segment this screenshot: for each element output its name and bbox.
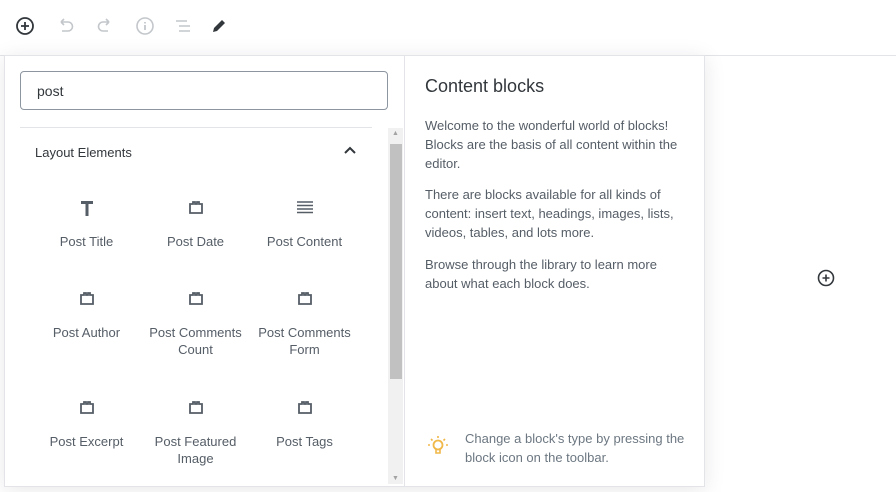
help-tip: Change a block's type by pressing the bl… xyxy=(465,431,685,465)
block-default-icon xyxy=(250,287,359,311)
block-item[interactable]: Post Title xyxy=(32,196,141,250)
info-icon xyxy=(136,17,154,35)
redo-icon xyxy=(97,18,110,32)
block-item-label: Post Tags xyxy=(276,434,333,449)
undo-icon xyxy=(60,18,74,32)
block-default-icon xyxy=(141,287,250,311)
inserter-panel: Layout Elements Post Title Post Date Post … xyxy=(5,56,405,486)
plus-circle-icon xyxy=(16,17,34,35)
block-item[interactable]: Post Excerpt xyxy=(32,396,141,450)
section-title: Layout Elements xyxy=(35,145,132,160)
plus-circle-icon xyxy=(817,269,835,287)
chevron-up-icon xyxy=(344,146,356,154)
scroll-down-arrow[interactable]: ▼ xyxy=(392,475,399,482)
scrollbar[interactable]: ▲ ▼ xyxy=(388,128,403,484)
editor-toolbar xyxy=(0,0,896,56)
block-search-input[interactable] xyxy=(20,71,388,110)
help-paragraph: Welcome to the wonderful world of blocks… xyxy=(425,118,678,171)
pencil-icon xyxy=(213,20,225,32)
block-item[interactable]: Post Featured Image xyxy=(141,396,250,467)
block-item[interactable]: Post Author xyxy=(32,287,141,341)
block-item[interactable]: Post Content xyxy=(250,196,359,250)
block-default-icon xyxy=(141,396,250,420)
block-item-label: Post Title xyxy=(59,234,114,249)
block-item-label: Post Date xyxy=(166,234,225,249)
help-title: Content blocks xyxy=(425,76,545,96)
block-default-icon xyxy=(32,287,141,311)
add-block-button[interactable] xyxy=(13,14,37,38)
block-default-icon xyxy=(141,196,250,220)
block-item-label: Post Comments Form xyxy=(258,325,351,357)
block-item[interactable]: Post Comments Count xyxy=(141,287,250,358)
block-default-icon xyxy=(32,396,141,420)
block-item-label: Post Comments Count xyxy=(149,325,242,357)
block-item[interactable]: Post Date xyxy=(141,196,250,250)
redo-button[interactable] xyxy=(93,14,117,38)
lightbulb-icon xyxy=(428,436,448,454)
block-item[interactable]: Post Tags xyxy=(250,396,359,450)
info-button[interactable] xyxy=(133,14,157,38)
block-item-label: Post Author xyxy=(52,325,121,340)
help-paragraph: There are blocks available for all kinds… xyxy=(425,187,674,240)
divider xyxy=(20,127,372,128)
block-inserter-popover: Layout Elements Post Title Post Date Post … xyxy=(4,55,705,487)
title-icon xyxy=(32,196,141,220)
undo-button[interactable] xyxy=(53,14,77,38)
block-item-label: Post Featured Image xyxy=(154,434,237,466)
help-panel: Content blocks Welcome to the wonderful … xyxy=(405,56,705,486)
add-block-inline-button[interactable] xyxy=(816,268,836,293)
edit-button[interactable] xyxy=(207,14,231,38)
lines-icon xyxy=(250,196,359,220)
outline-button[interactable] xyxy=(171,14,195,38)
collapse-section-button[interactable] xyxy=(342,142,358,163)
block-default-icon xyxy=(250,396,359,420)
block-item[interactable]: Post Comments Form xyxy=(250,287,359,358)
list-outline-icon xyxy=(176,20,190,32)
block-item-label: Post Excerpt xyxy=(49,434,124,449)
help-paragraph: Browse through the library to learn more… xyxy=(425,257,657,291)
scroll-up-arrow[interactable]: ▲ xyxy=(392,130,399,137)
block-item-label: Post Content xyxy=(266,234,343,249)
scrollbar-thumb[interactable] xyxy=(390,144,402,379)
